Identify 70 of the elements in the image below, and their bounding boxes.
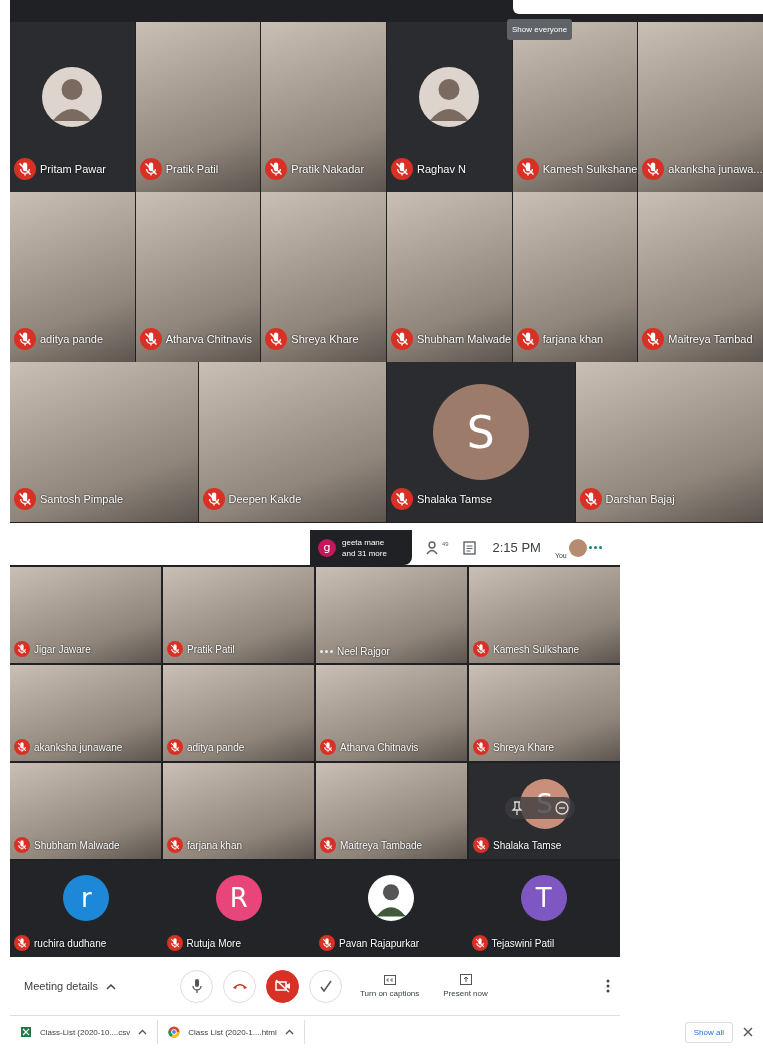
participant-name: Shalaka Tamse — [493, 839, 562, 851]
participant-name: Atharva Chitnavis — [340, 741, 419, 753]
participant-name: Pratik Patil — [165, 163, 219, 175]
participant-name: akanksha junawa... — [668, 163, 763, 175]
participant-name: Maitreya Tambade — [340, 839, 423, 851]
spreadsheet-icon — [20, 1026, 32, 1038]
caret-icon — [138, 1029, 148, 1035]
participant-name: Pratik Patil — [187, 643, 235, 655]
avatar-icon — [368, 875, 415, 921]
captions-button[interactable]: Turn on captions — [354, 974, 426, 998]
present-button[interactable]: Present now — [437, 974, 494, 998]
participant-name: Kamesh Sulkshane — [542, 163, 638, 175]
presenter-name: geeta mane — [342, 536, 386, 548]
caret-icon — [284, 1029, 294, 1035]
browser-icon — [168, 1026, 181, 1038]
participant-name: Atharva Chitnavis — [165, 333, 252, 345]
participant-name: Raghav N — [417, 163, 466, 175]
letter-avatar: r — [63, 875, 110, 921]
participant-name: Shreya Khare — [493, 741, 555, 753]
letter-avatar: g — [318, 538, 336, 557]
participant-name: Kamesh Sulkshane — [493, 643, 580, 655]
participant-name: aditya pande — [40, 333, 103, 345]
letter-avatar: T — [520, 875, 567, 921]
participant-name: farjana khan — [187, 839, 243, 851]
participant-name: Shubham Malwade — [34, 839, 120, 851]
self-avatar[interactable] — [568, 538, 587, 557]
more-dots-icon — [588, 546, 602, 549]
participant-name: aditya pande — [187, 741, 245, 753]
camera-button[interactable] — [266, 969, 299, 1003]
participant-name: Rutuja More — [186, 937, 241, 949]
download-item[interactable]: Class List (2020-1....html — [168, 1020, 305, 1044]
captions-icon — [383, 974, 396, 985]
close-icon[interactable] — [743, 1027, 753, 1037]
download-item[interactable]: Class-List (2020-10....csv — [20, 1020, 159, 1044]
participant-name: Pavan Rajapurkar — [339, 937, 420, 949]
participant-name: Maitreya Tambad — [668, 333, 753, 345]
microphone-icon — [190, 978, 203, 994]
participant-name: Neel Rajgor — [337, 646, 390, 657]
remove-icon[interactable] — [555, 801, 569, 815]
participant-name: Pritam Pawar — [40, 163, 107, 175]
camera-icon — [274, 979, 291, 993]
checkmark-icon — [319, 980, 332, 992]
participant-name: Deepen Kakde — [228, 493, 302, 505]
participant-name: Jigar Jaware — [34, 643, 91, 655]
participant-name: akanksha junawane — [34, 741, 123, 753]
check-button[interactable] — [309, 969, 342, 1003]
participant-name: Darshan Bajaj — [605, 493, 675, 505]
participant-name: Shalaka Tamse — [417, 493, 492, 505]
others-count: and 31 more — [342, 547, 387, 559]
clock-time: 2:15 PM — [492, 540, 541, 555]
tooltip: Show everyone — [507, 19, 573, 40]
show-all-button[interactable]: Show all — [684, 1021, 733, 1043]
present-icon — [459, 974, 472, 985]
letter-avatar: R — [215, 875, 262, 921]
participant-name: farjana khan — [542, 333, 604, 345]
pin-icon[interactable] — [511, 801, 523, 815]
chat-icon[interactable] — [462, 539, 479, 556]
meeting-details-button[interactable]: Meeting details — [24, 980, 116, 992]
participant-name: Santosh Pimpale — [40, 493, 124, 505]
more-options-icon[interactable] — [606, 979, 610, 993]
participant-name: ruchira dudhane — [34, 937, 107, 949]
caret-icon — [106, 982, 116, 990]
participant-name: Shubham Malwade — [417, 333, 512, 345]
participant-name: Pratik Nakadar — [291, 163, 365, 175]
participant-name: Shreya Khare — [291, 333, 359, 345]
microphone-button[interactable] — [180, 969, 213, 1003]
participant-name: Tejaswini Patil — [491, 937, 555, 949]
presenter-chip[interactable]: g geeta mane and 31 more — [310, 530, 412, 565]
phone-icon — [231, 982, 248, 990]
letter-avatar: S — [432, 384, 529, 480]
